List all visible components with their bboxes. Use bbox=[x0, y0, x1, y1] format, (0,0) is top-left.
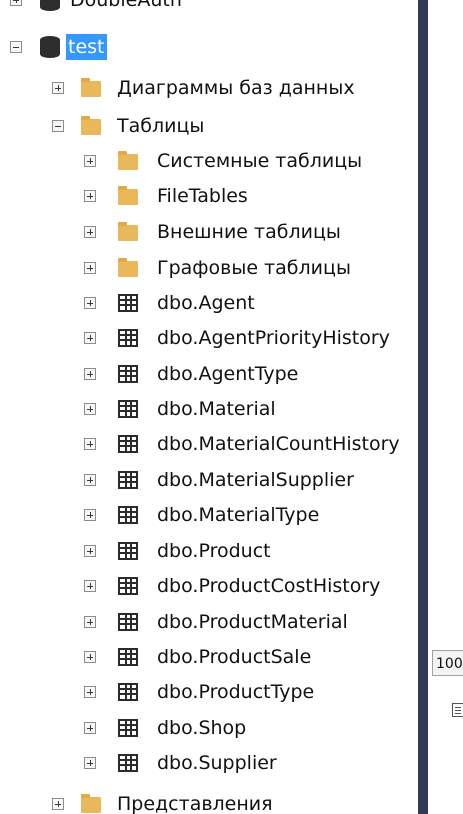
expand-toggle[interactable] bbox=[10, 0, 22, 6]
tree-node-table[interactable]: dbo.MaterialSupplier bbox=[0, 462, 418, 498]
expand-toggle[interactable] bbox=[84, 262, 96, 274]
tree-node-diagrams[interactable]: Диаграммы баз данных bbox=[0, 70, 418, 106]
expand-toggle[interactable] bbox=[84, 686, 96, 698]
expand-toggle[interactable] bbox=[52, 798, 64, 810]
node-label: Графовые таблицы bbox=[157, 257, 351, 279]
tree-node-table[interactable]: dbo.Material bbox=[0, 391, 418, 427]
node-label: dbo.ProductMaterial bbox=[157, 611, 348, 633]
node-label: Таблицы bbox=[117, 115, 205, 137]
tree-node-table[interactable]: dbo.ProductMaterial bbox=[0, 604, 418, 640]
table-icon bbox=[118, 542, 138, 560]
node-label: dbo.Supplier bbox=[157, 752, 277, 774]
tree-node-doubleauth[interactable]: DoubleAuth bbox=[0, 0, 418, 18]
table-icon bbox=[118, 719, 138, 737]
table-icon bbox=[118, 577, 138, 595]
node-label-selected: test bbox=[66, 34, 107, 60]
folder-icon bbox=[118, 222, 138, 241]
expand-toggle[interactable] bbox=[84, 226, 96, 238]
node-label: dbo.Shop bbox=[157, 717, 247, 739]
table-icon bbox=[118, 754, 138, 772]
folder-icon bbox=[81, 78, 101, 97]
expand-toggle[interactable] bbox=[84, 368, 96, 380]
table-icon bbox=[118, 648, 138, 666]
folder-icon bbox=[118, 186, 138, 205]
expand-toggle[interactable] bbox=[52, 82, 64, 94]
expand-toggle[interactable] bbox=[84, 332, 96, 344]
node-label: dbo.Product bbox=[157, 540, 271, 562]
tree-node-table[interactable]: dbo.MaterialType bbox=[0, 497, 418, 533]
collapse-toggle[interactable] bbox=[52, 120, 64, 132]
node-label: dbo.AgentPriorityHistory bbox=[157, 327, 390, 349]
table-icon bbox=[118, 365, 138, 383]
node-label: dbo.MaterialCountHistory bbox=[157, 433, 400, 455]
database-icon bbox=[40, 36, 60, 58]
table-icon bbox=[118, 294, 138, 312]
tree-node-table[interactable]: dbo.Supplier bbox=[0, 745, 418, 781]
tree-node-views[interactable]: Представления bbox=[0, 786, 418, 814]
table-icon bbox=[118, 400, 138, 418]
expand-toggle[interactable] bbox=[84, 297, 96, 309]
expand-toggle[interactable] bbox=[84, 545, 96, 557]
node-label: dbo.Material bbox=[157, 398, 276, 420]
node-label: dbo.ProductType bbox=[157, 681, 315, 703]
table-icon bbox=[118, 506, 138, 524]
object-explorer-tree: DoubleAuth test Диаграммы баз данных Таб… bbox=[0, 0, 418, 814]
node-label: Представления bbox=[117, 793, 273, 814]
messages-icon[interactable] bbox=[452, 703, 463, 717]
node-label: Системные таблицы bbox=[157, 150, 363, 172]
tree-node-table[interactable]: dbo.ProductType bbox=[0, 674, 418, 710]
tree-node-external-tables[interactable]: Внешние таблицы bbox=[0, 214, 418, 250]
folder-icon bbox=[81, 794, 101, 813]
table-icon bbox=[118, 683, 138, 701]
node-label: dbo.AgentType bbox=[157, 363, 299, 385]
tree-node-test-database[interactable]: test bbox=[0, 29, 418, 65]
expand-toggle[interactable] bbox=[84, 509, 96, 521]
tree-node-table[interactable]: dbo.Agent bbox=[0, 285, 418, 321]
expand-toggle[interactable] bbox=[84, 190, 96, 202]
node-label: dbo.ProductCostHistory bbox=[157, 575, 381, 597]
tree-node-table[interactable]: dbo.MaterialCountHistory bbox=[0, 426, 418, 462]
expand-toggle[interactable] bbox=[84, 651, 96, 663]
editor-panel bbox=[428, 0, 463, 814]
expand-toggle[interactable] bbox=[84, 722, 96, 734]
node-label: dbo.MaterialType bbox=[157, 504, 320, 526]
expand-toggle[interactable] bbox=[84, 757, 96, 769]
expand-toggle[interactable] bbox=[84, 155, 96, 167]
node-label: dbo.MaterialSupplier bbox=[157, 469, 354, 491]
database-icon bbox=[40, 0, 60, 11]
expand-toggle[interactable] bbox=[84, 616, 96, 628]
expand-toggle[interactable] bbox=[84, 474, 96, 486]
node-label: Диаграммы баз данных bbox=[117, 77, 355, 99]
node-label: dbo.ProductSale bbox=[157, 646, 312, 668]
expand-toggle[interactable] bbox=[84, 403, 96, 415]
table-icon bbox=[118, 471, 138, 489]
tree-node-table[interactable]: dbo.Shop bbox=[0, 710, 418, 746]
tree-node-table[interactable]: dbo.Product bbox=[0, 533, 418, 569]
node-label: DoubleAuth bbox=[70, 0, 182, 11]
node-label: FileTables bbox=[157, 185, 248, 207]
table-icon bbox=[118, 435, 138, 453]
folder-icon bbox=[81, 116, 101, 135]
tree-node-graph-tables[interactable]: Графовые таблицы bbox=[0, 250, 418, 286]
expand-toggle[interactable] bbox=[84, 438, 96, 450]
expand-toggle[interactable] bbox=[84, 580, 96, 592]
tree-node-table[interactable]: dbo.AgentPriorityHistory bbox=[0, 320, 418, 356]
panel-splitter[interactable] bbox=[418, 0, 428, 814]
zoom-level-combo[interactable]: 100 % bbox=[432, 650, 463, 676]
table-icon bbox=[118, 329, 138, 347]
node-label: Внешние таблицы bbox=[157, 221, 341, 243]
folder-icon bbox=[118, 151, 138, 170]
tree-node-system-tables[interactable]: Системные таблицы bbox=[0, 143, 418, 179]
tree-node-table[interactable]: dbo.ProductSale bbox=[0, 639, 418, 675]
node-label: dbo.Agent bbox=[157, 292, 255, 314]
tree-node-tables[interactable]: Таблицы bbox=[0, 108, 418, 144]
folder-icon bbox=[118, 258, 138, 277]
tree-node-filetables[interactable]: FileTables bbox=[0, 178, 418, 214]
tree-node-table[interactable]: dbo.ProductCostHistory bbox=[0, 568, 418, 604]
collapse-toggle[interactable] bbox=[10, 41, 22, 53]
table-icon bbox=[118, 613, 138, 631]
tree-node-table[interactable]: dbo.AgentType bbox=[0, 356, 418, 392]
